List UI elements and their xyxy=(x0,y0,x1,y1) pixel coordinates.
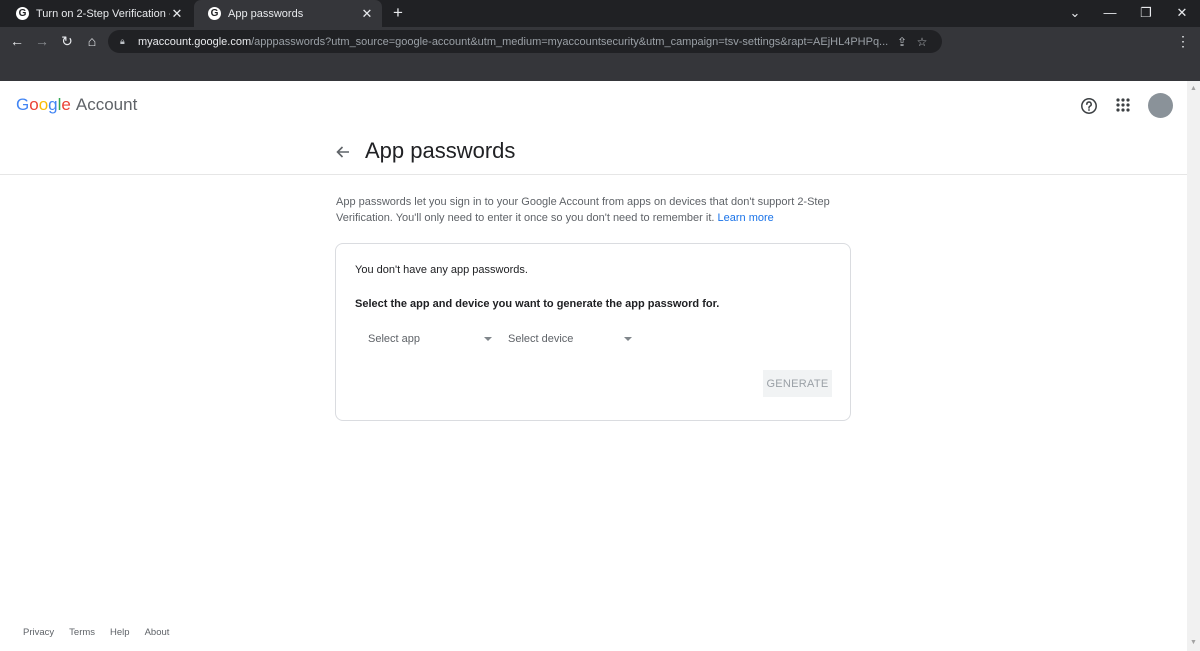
page-content: Google Account App passwords App passwor… xyxy=(0,81,1200,651)
dropdown-caret-icon xyxy=(484,337,492,341)
bookmarks-bar xyxy=(0,55,1200,81)
google-favicon-icon: G xyxy=(16,7,29,20)
google-account-logo[interactable]: Google Account xyxy=(16,95,137,115)
address-bar[interactable]: 🔒︎ myaccount.google.com/apppasswords?utm… xyxy=(108,30,942,53)
forward-nav-icon[interactable]: → xyxy=(31,30,53,52)
reload-icon[interactable]: ↻ xyxy=(56,30,78,52)
close-window-button[interactable]: ✕ xyxy=(1164,0,1200,27)
tab-close-icon[interactable]: ✕ xyxy=(170,6,184,22)
minimize-window-button[interactable]: — xyxy=(1092,0,1128,27)
browser-toolbar: ← → ↻ ⌂ 🔒︎ myaccount.google.com/apppassw… xyxy=(0,27,1200,55)
url-text[interactable]: myaccount.google.com/apppasswords?utm_so… xyxy=(138,36,892,48)
footer-link-terms[interactable]: Terms xyxy=(69,627,95,638)
select-instruction: Select the app and device you want to ge… xyxy=(355,298,720,310)
avatar[interactable] xyxy=(1148,93,1173,118)
browser-tab-strip: G Turn on 2-Step Verification - Cor ✕ G … xyxy=(0,0,1200,27)
app-passwords-card: You don't have any app passwords. Select… xyxy=(335,243,851,421)
footer-link-help[interactable]: Help xyxy=(110,627,130,638)
footer-links: Privacy Terms Help About xyxy=(23,627,184,638)
share-icon[interactable]: ⇪ xyxy=(892,35,912,49)
footer-link-about[interactable]: About xyxy=(145,627,170,638)
lock-icon[interactable]: 🔒︎ xyxy=(120,36,130,47)
generate-button[interactable]: GENERATE xyxy=(763,370,832,397)
intro-text: App passwords let you sign in to your Go… xyxy=(336,196,830,224)
tab-title: Turn on 2-Step Verification - Cor xyxy=(36,7,170,20)
select-device-dropdown[interactable]: Select device xyxy=(508,328,632,350)
help-icon[interactable] xyxy=(1080,97,1098,115)
select-app-dropdown[interactable]: Select app xyxy=(368,328,492,350)
footer-link-privacy[interactable]: Privacy xyxy=(23,627,54,638)
google-favicon-icon: G xyxy=(208,7,221,20)
select-device-label: Select device xyxy=(508,333,574,345)
new-tab-button[interactable]: + xyxy=(389,3,407,23)
page-scrollbar[interactable]: ▲ ▼ xyxy=(1187,81,1200,651)
header-divider xyxy=(0,174,1187,175)
browser-menu-icon[interactable]: ⋮ xyxy=(1172,30,1194,52)
dropdown-caret-icon xyxy=(624,337,632,341)
select-app-label: Select app xyxy=(368,333,420,345)
empty-state-message: You don't have any app passwords. xyxy=(355,264,528,276)
browser-tab-app-passwords[interactable]: G App passwords ✕ xyxy=(194,0,382,27)
maximize-window-button[interactable]: ❐ xyxy=(1128,0,1164,27)
back-nav-icon[interactable]: ← xyxy=(6,30,28,52)
tab-title: App passwords xyxy=(228,7,304,20)
page-title: App passwords xyxy=(365,138,516,163)
scroll-down-icon[interactable]: ▼ xyxy=(1187,637,1200,649)
home-icon[interactable]: ⌂ xyxy=(81,30,103,52)
tab-search-icon[interactable]: ⌄ xyxy=(1057,0,1093,27)
back-arrow-icon[interactable] xyxy=(334,143,352,161)
google-apps-grid-icon[interactable] xyxy=(1115,97,1131,113)
tab-close-icon[interactable]: ✕ xyxy=(360,6,374,22)
bookmark-star-icon[interactable]: ☆ xyxy=(912,35,932,49)
scroll-up-icon[interactable]: ▲ xyxy=(1187,83,1200,95)
browser-tab-2sv[interactable]: G Turn on 2-Step Verification - Cor ✕ xyxy=(2,0,192,27)
learn-more-link[interactable]: Learn more xyxy=(718,212,774,224)
